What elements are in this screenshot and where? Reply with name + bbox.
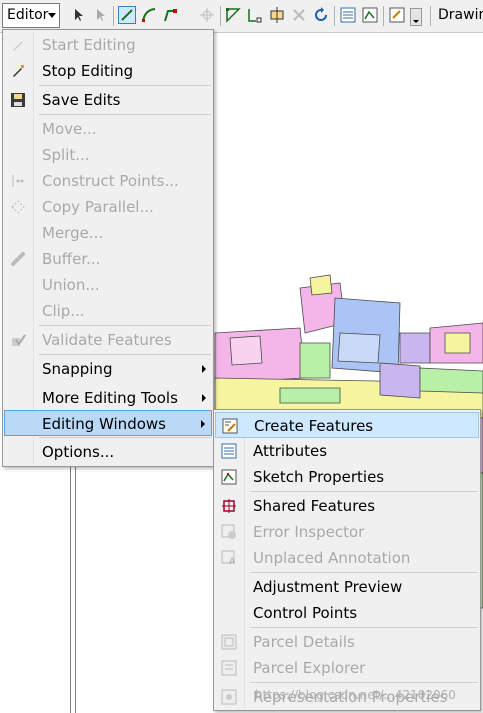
parcel-polygon <box>444 332 471 354</box>
attributes-icon[interactable] <box>339 6 357 24</box>
save-edits-icon <box>11 93 25 107</box>
menu-item-sketch-properties[interactable]: Sketch Properties <box>215 464 479 490</box>
menu-item-save-edits[interactable]: Save Edits <box>4 87 212 113</box>
menu-separator <box>39 325 211 326</box>
pencil-start-icon <box>13 41 23 51</box>
edit-tool-icon[interactable] <box>70 6 88 24</box>
menu-item-move[interactable]: Move... <box>4 116 212 142</box>
menu-item-union[interactable]: Union... <box>4 272 212 298</box>
pencil-stop-icon <box>13 65 24 77</box>
toolbar-options-icon[interactable] <box>410 8 422 26</box>
menu-separator <box>39 114 211 115</box>
copy-parallel-icon <box>11 200 25 214</box>
chevron-right-icon <box>202 365 206 373</box>
edit-vertices-icon[interactable] <box>224 6 242 24</box>
create-features-icon[interactable] <box>388 6 406 24</box>
create-features-icon <box>222 418 238 434</box>
chevron-right-icon <box>201 420 205 428</box>
menu-item-merge[interactable]: Merge... <box>4 220 212 246</box>
editor-menu-label: Editor <box>7 7 49 23</box>
menu-item-copy-parallel[interactable]: Copy Parallel... <box>4 194 212 220</box>
menu-item-parcel-details[interactable]: Parcel Details <box>215 629 479 655</box>
menu-item-create-features[interactable]: Create Features <box>215 412 479 438</box>
parcel-polygon <box>379 362 421 399</box>
sketch-properties-icon <box>221 469 237 485</box>
reshape-feature-icon[interactable] <box>246 6 264 24</box>
menu-item-attributes[interactable]: Attributes <box>215 438 479 464</box>
toolbar-separator <box>220 6 221 26</box>
parcel-polygon <box>279 387 341 404</box>
toolbar-separator <box>113 6 114 26</box>
end-point-arc-icon[interactable] <box>140 6 158 24</box>
menu-separator <box>39 354 211 355</box>
editing-windows-submenu: Create Features Attributes Sketch Proper… <box>213 409 481 711</box>
construct-points-icon <box>12 175 24 187</box>
parcel-details-icon <box>221 634 237 650</box>
menu-item-split[interactable]: Split... <box>4 142 212 168</box>
sketch-properties-icon[interactable] <box>361 6 379 24</box>
toolbar-separator <box>430 6 431 26</box>
menu-item-more-editing-tools[interactable]: More Editing Tools <box>4 385 212 411</box>
menu-item-buffer[interactable]: Buffer... <box>4 246 212 272</box>
parcel-explorer-icon <box>221 660 237 676</box>
menu-separator <box>39 85 211 86</box>
split-tool-icon[interactable] <box>290 6 308 24</box>
menu-item-control-points[interactable]: Control Points <box>215 600 479 626</box>
straight-segment-icon[interactable] <box>118 6 136 24</box>
parcel-polygon <box>309 274 333 296</box>
parcel-polygon <box>399 332 431 364</box>
chevron-right-icon <box>202 394 206 402</box>
rotate-tool-icon[interactable] <box>312 6 330 24</box>
menu-separator <box>250 682 478 683</box>
editor-menu-button[interactable]: Editor <box>2 3 60 28</box>
chevron-down-icon <box>48 13 56 18</box>
menu-item-shared-features[interactable]: Shared Features <box>215 493 479 519</box>
menu-item-start-editing[interactable]: Start Editing <box>4 32 212 58</box>
drawing-toolbar-label[interactable]: Drawin <box>438 7 483 23</box>
representation-properties-icon <box>221 689 237 705</box>
editor-menu: Start Editing Stop Editing Save Edits Mo… <box>2 29 214 467</box>
watermark-text: https://blog.csdn.net/...42102060 <box>255 688 456 702</box>
error-inspector-icon <box>221 524 236 539</box>
menu-item-adjustment-preview[interactable]: Adjustment Preview <box>215 574 479 600</box>
trace-tool-icon[interactable] <box>162 6 180 24</box>
parcel-polygon <box>419 367 483 394</box>
attributes-icon <box>221 443 237 459</box>
menu-item-options[interactable]: Options... <box>4 439 212 465</box>
menu-item-construct-points[interactable]: Construct Points... <box>4 168 212 194</box>
menu-item-parcel-explorer[interactable]: Parcel Explorer <box>215 655 479 681</box>
menu-item-snapping[interactable]: Snapping <box>4 356 212 382</box>
menu-separator <box>250 572 478 573</box>
shared-features-icon <box>222 499 236 513</box>
buffer-icon <box>11 252 25 266</box>
cut-polygons-icon[interactable] <box>268 6 286 24</box>
menu-item-editing-windows[interactable]: Editing Windows <box>4 410 212 436</box>
svg-text:A: A <box>229 557 236 566</box>
validate-features-icon <box>12 334 26 346</box>
point-tool-icon[interactable] <box>198 6 216 24</box>
parcel-polygon <box>229 335 263 366</box>
toolbar-separator <box>334 6 335 26</box>
menu-item-stop-editing[interactable]: Stop Editing <box>4 58 212 84</box>
unplaced-annotation-icon: A <box>221 550 236 566</box>
menu-item-error-inspector[interactable]: Error Inspector <box>215 519 479 545</box>
edit-annotation-tool-icon[interactable] <box>92 6 110 24</box>
menu-separator <box>39 437 211 438</box>
menu-item-unplaced-annotation[interactable]: A Unplaced Annotation <box>215 545 479 571</box>
menu-separator <box>250 491 478 492</box>
menu-separator <box>250 627 478 628</box>
menu-item-validate-features[interactable]: Validate Features <box>4 327 212 353</box>
parcel-polygon <box>337 332 381 364</box>
toolbar-separator <box>383 6 384 26</box>
menu-item-clip[interactable]: Clip... <box>4 298 212 324</box>
parcel-polygon <box>299 342 331 379</box>
